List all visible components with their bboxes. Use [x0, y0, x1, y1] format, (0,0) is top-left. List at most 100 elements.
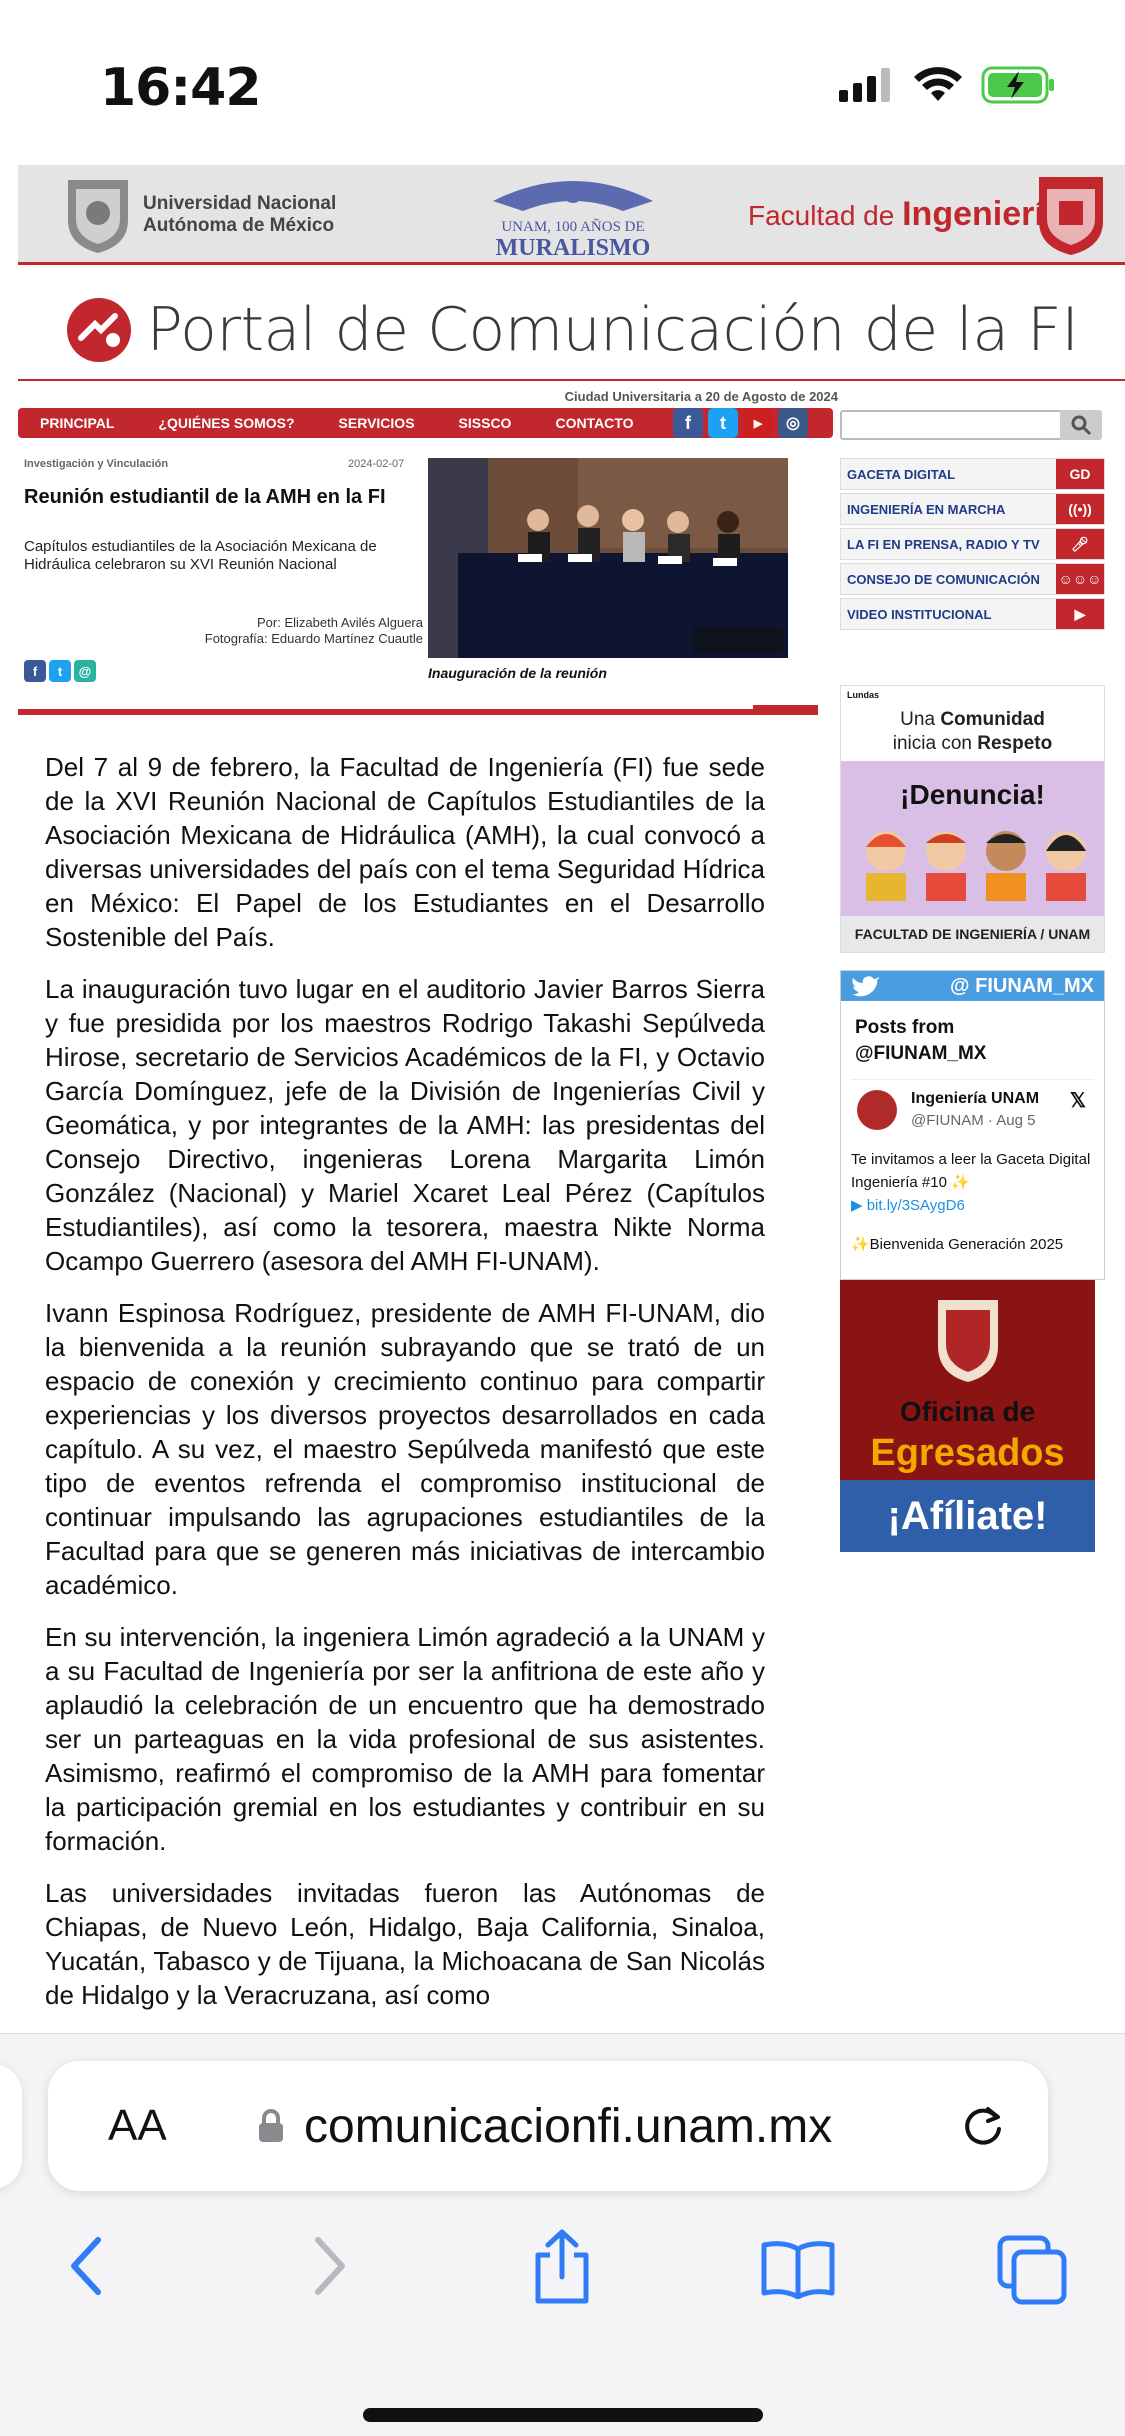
fi-crest-logo[interactable] — [1035, 173, 1107, 257]
home-indicator — [363, 2408, 763, 2422]
respeto-line1-bold: Comunidad — [940, 709, 1045, 730]
article-date: 2024-02-07 — [348, 458, 405, 470]
afiliate-button[interactable]: ¡Afíliate! — [840, 1480, 1095, 1552]
article-paragraph: En su intervención, la ingeniera Limón a… — [45, 1622, 765, 1856]
fi-crest-logo — [938, 1300, 998, 1382]
nav-quienes-somos[interactable]: ¿QUIÉNES SOMOS? — [136, 415, 316, 431]
sidebar-menu: GACETA DIGITAL GD INGENIERÍA EN MARCHA ((•… — [840, 458, 1105, 633]
article-title: Reunión estudiantil de la AMH en la FI — [24, 486, 386, 508]
sidebar-item-gaceta[interactable]: GACETA DIGITAL GD — [840, 458, 1105, 490]
article-subtitle: Capítulos estudiantiles de la Asociación… — [24, 538, 377, 573]
sidebar-item-prensa[interactable]: LA FI EN PRENSA, RADIO Y TV 🎤︎ — [840, 528, 1105, 560]
safari-toolbar: AA comunicacionfi.unam.mx — [0, 2033, 1125, 2436]
respeto-line2-bold: Respeto — [977, 733, 1053, 754]
web-content[interactable]: Universidad Nacional Autónoma de México … — [18, 165, 1125, 2033]
sidebar-item-label: VIDEO INSTITUCIONAL — [847, 606, 992, 622]
status-time: 16:42 — [100, 58, 262, 118]
unam-header-bar: Universidad Nacional Autónoma de México … — [18, 165, 1125, 265]
share-facebook-icon[interactable]: f — [24, 660, 46, 682]
tweet-link-text[interactable]: bit.ly/3SAygD6 — [867, 1197, 965, 1214]
share-twitter-icon[interactable]: t — [49, 660, 71, 682]
cellular-signal-icon — [839, 68, 890, 102]
tabs-icon[interactable] — [996, 2234, 1068, 2306]
tweet-card[interactable]: Ingeniería UNAM @FIUNAM · Aug 5 𝕏 Te inv… — [851, 1079, 1094, 1256]
date-line: Ciudad Universitaria a 20 de Agosto de 2… — [564, 389, 838, 404]
sidebar-item-label: INGENIERÍA EN MARCHA — [847, 501, 1006, 517]
reload-icon[interactable] — [958, 2101, 1008, 2151]
article-paragraph: La inauguración tuvo lugar en el auditor… — [45, 974, 765, 1276]
video-play-icon: ▶ — [1056, 599, 1104, 629]
tweet-handle: @FIUNAM · Aug 5 — [911, 1112, 1036, 1129]
respeto-brand: Lundas — [847, 690, 880, 700]
people-icon: ☺☺☺ — [1056, 564, 1104, 594]
muralismo-logo[interactable]: UNAM, 100 AÑOS DE MURALISMO — [473, 171, 673, 261]
respeto-line1-prefix: Una — [900, 709, 941, 730]
unam-name[interactable]: Universidad Nacional Autónoma de México — [143, 193, 336, 237]
search-input[interactable] — [840, 410, 1102, 440]
photo-caption: Inauguración de la reunión — [428, 665, 607, 681]
mural-line2: MURALISMO — [496, 235, 651, 261]
faculty-prefix: Facultad de — [748, 200, 903, 231]
sidebar-item-video[interactable]: VIDEO INSTITUCIONAL ▶ — [840, 598, 1105, 630]
article-photo[interactable] — [428, 458, 788, 658]
article-author: Por: Elizabeth Avilés Alguera — [257, 615, 423, 630]
twitter-widget[interactable]: @ FIUNAM_MX Posts from @FIUNAM_MX Ingeni… — [840, 970, 1105, 1280]
broadcast-icon: ((•)) — [1056, 494, 1104, 524]
nav-contacto[interactable]: CONTACTO — [533, 415, 655, 431]
twitter-widget-header: @ FIUNAM_MX — [841, 971, 1104, 1001]
sidebar-item-label: CONSEJO DE COMUNICACIÓN — [847, 571, 1040, 587]
denuncia-text: ¡Denuncia! — [900, 779, 1045, 810]
lock-icon — [259, 2109, 283, 2142]
unam-name-line2: Autónoma de México — [143, 215, 335, 236]
twitter-widget-handle: @ FIUNAM_MX — [950, 974, 1094, 997]
gd-icon: GD — [1056, 459, 1104, 489]
nav-sissco[interactable]: SISSCO — [437, 415, 534, 431]
egresados-banner[interactable]: Oficina de Egresados ¡Afíliate! — [840, 1280, 1095, 1552]
social-links: f t ▶ ◎ — [673, 408, 808, 438]
faculty-name[interactable]: Facultad de Ingeniería — [748, 195, 1063, 234]
tweet-link[interactable]: ▶ bit.ly/3SAygD6 — [851, 1194, 1094, 1217]
instagram-icon[interactable]: ◎ — [778, 408, 808, 438]
url-text[interactable]: comunicacionfi.unam.mx — [304, 2099, 832, 2154]
facebook-icon[interactable]: f — [673, 408, 703, 438]
students-illustration — [866, 831, 1086, 901]
share-icon[interactable] — [530, 2229, 594, 2305]
article-category[interactable]: Investigación y Vinculación — [24, 458, 168, 470]
tweet-author[interactable]: Ingeniería UNAM — [911, 1090, 1039, 1108]
article-paragraph: Del 7 al 9 de febrero, la Facultad de In… — [45, 752, 765, 952]
unam-crest-logo[interactable] — [58, 175, 138, 255]
twitter-icon[interactable]: t — [708, 408, 738, 438]
previous-tab-stub[interactable] — [0, 2064, 22, 2189]
nav-servicios[interactable]: SERVICIOS — [317, 415, 437, 431]
article-body: Del 7 al 9 de febrero, la Facultad de In… — [45, 750, 765, 2030]
nav-principal[interactable]: PRINCIPAL — [18, 415, 136, 431]
microphone-icon: 🎤︎ — [1056, 529, 1104, 559]
sidebar-item-consejo[interactable]: CONSEJO DE COMUNICACIÓN ☺☺☺ — [840, 563, 1105, 595]
share-email-icon[interactable]: @ — [74, 660, 96, 682]
youtube-icon[interactable]: ▶ — [743, 408, 773, 438]
avatar[interactable] — [857, 1090, 897, 1130]
respeto-tagline: Una Comunidad inicia con Respeto — [841, 686, 1104, 761]
twitter-posts-from: Posts from @FIUNAM_MX — [855, 1017, 987, 1064]
reader-options-button[interactable]: AA — [108, 2101, 167, 2151]
respeto-line2-prefix: inicia con — [892, 733, 978, 754]
address-bar[interactable]: AA comunicacionfi.unam.mx — [48, 2061, 1048, 2191]
respeto-banner[interactable]: Lundas Una Comunidad inicia con Respeto … — [840, 685, 1105, 953]
portal-title-row: Portal de Comunicación de la FI — [18, 280, 1125, 380]
unam-name-line1: Universidad Nacional — [143, 193, 337, 214]
egresados-line1: Oficina de — [899, 1396, 1036, 1427]
status-icons — [839, 66, 1055, 104]
sidebar-item-ingenieria-marcha[interactable]: INGENIERÍA EN MARCHA ((•)) — [840, 493, 1105, 525]
article-paragraph: Ivann Espinosa Rodríguez, presidente de … — [45, 1298, 765, 1600]
fi-portal-logo-icon[interactable] — [65, 296, 133, 364]
x-logo-icon[interactable]: 𝕏 — [1070, 1088, 1086, 1113]
bookmarks-icon[interactable] — [760, 2239, 836, 2299]
respeto-footer: FACULTAD DE INGENIERÍA / UNAM — [841, 916, 1104, 952]
back-icon[interactable] — [66, 2234, 106, 2298]
search-icon — [1071, 415, 1092, 436]
tweet-text: Te invitamos a leer la Gaceta Digital In… — [851, 1151, 1091, 1191]
battery-charging-icon — [981, 66, 1054, 104]
search-button[interactable] — [1060, 410, 1102, 440]
sidebar-item-label: LA FI EN PRENSA, RADIO Y TV — [847, 536, 1040, 552]
forward-icon[interactable] — [310, 2234, 350, 2298]
